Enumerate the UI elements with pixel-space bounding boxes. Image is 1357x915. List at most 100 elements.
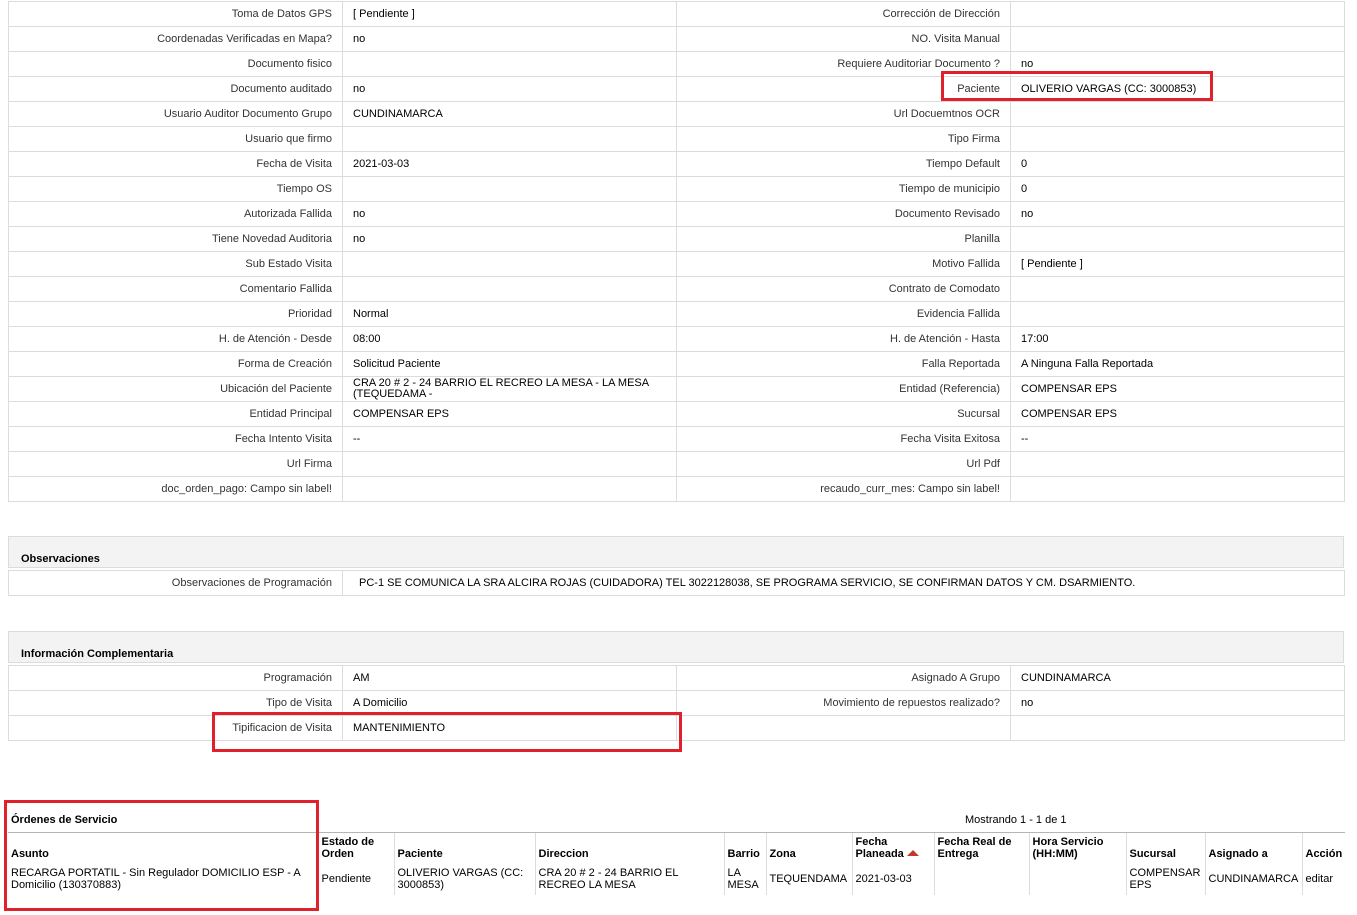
ordenes-header-row: Asunto Estado de Orden Paciente Direccio…	[8, 832, 1345, 863]
field-value-sucursal: COMPENSAR EPS	[1010, 401, 1345, 427]
col-fecha-planeada-label: Fecha Planeada	[855, 835, 904, 860]
field-value-url-firma	[342, 451, 677, 477]
field-value-usuario-auditor-documento-grupo: CUNDINAMARCA	[342, 101, 677, 127]
observaciones-value: PC-1 SE COMUNICA LA SRA ALCIRA ROJAS (CU…	[342, 570, 1345, 596]
field-label-entidad-referencia: Entidad (Referencia)	[676, 376, 1011, 402]
field-value-documento-auditado: no	[342, 76, 677, 102]
field-value-tiempo-default: 0	[1010, 151, 1345, 177]
detail-row: Tiene Novedad Auditoria no Planilla	[8, 226, 1345, 252]
field-label-documento-auditado: Documento auditado	[8, 76, 343, 102]
field-value-comentario-fallida	[342, 276, 677, 302]
field-value-requiere-auditoriar-documento: no	[1010, 51, 1345, 77]
col-zona[interactable]: Zona	[765, 832, 852, 863]
observaciones-table: Observaciones de Programación PC-1 SE CO…	[8, 570, 1345, 596]
field-value-h-de-atencion-hasta: 17:00	[1010, 326, 1345, 352]
editar-link[interactable]: editar	[1306, 873, 1334, 885]
detail-row: Fecha de Visita 2021-03-03 Tiempo Default…	[8, 151, 1345, 177]
cell-fecha-planeada: 2021-03-03	[851, 862, 934, 895]
col-direccion[interactable]: Direccion	[534, 832, 724, 863]
detail-row: Toma de Datos GPS[ Pendiente ] Corrección…	[8, 1, 1345, 27]
field-value-tipo-firma	[1010, 126, 1345, 152]
col-asignado-a[interactable]: Asignado a	[1204, 832, 1302, 863]
col-fecha-real-entrega[interactable]: Fecha Real de Entrega	[933, 832, 1029, 863]
col-paciente[interactable]: Paciente	[393, 832, 535, 863]
cell-zona: TEQUENDAMA	[765, 862, 852, 895]
field-label-url-pdf: Url Pdf	[676, 451, 1011, 477]
detail-row: Prioridad Normal Evidencia Fallida	[8, 301, 1345, 327]
field-label-coordenadas-verificadas-en-mapa: Coordenadas Verificadas en Mapa?	[8, 26, 343, 52]
field-label-requiere-auditoriar-documento: Requiere Auditoriar Documento ?	[676, 51, 1011, 77]
field-value-tiempo-os	[342, 176, 677, 202]
detail-row: Programación AM Asignado A Grupo CUNDINAMAR…	[8, 665, 1345, 691]
cell-hora	[1028, 862, 1126, 895]
field-value-blank-2	[1010, 715, 1345, 741]
field-label-documento-revisado: Documento Revisado	[676, 201, 1011, 227]
field-value-entidad-referencia: COMPENSAR EPS	[1010, 376, 1345, 402]
field-value-url-pdf	[1010, 451, 1345, 477]
field-label-tipo-firma: Tipo Firma	[676, 126, 1011, 152]
field-label-url-docuemtnos-ocr: Url Docuemtnos OCR	[676, 101, 1011, 127]
cell-asignado: CUNDINAMARCA	[1204, 862, 1302, 895]
detail-row: Documento auditado no Paciente OLIVERIO VA…	[8, 76, 1345, 102]
field-value-falla-reportada: A Ninguna Falla Reportada	[1010, 351, 1345, 377]
field-label-no-visita-manual: NO. Visita Manual	[676, 26, 1011, 52]
field-label-tiempo-de-municipio: Tiempo de municipio	[676, 176, 1011, 202]
col-barrio[interactable]: Barrio	[723, 832, 766, 863]
detail-row: Fecha Intento Visita -- Fecha Visita Exit…	[8, 426, 1345, 452]
field-label-autorizada-fallida: Autorizada Fallida	[8, 201, 343, 227]
detail-row: Tipificacion de Visita MANTENIMIENTO	[8, 715, 1345, 741]
field-value-no-visita-manual	[1010, 26, 1345, 52]
field-label-correccion-de-direccion: Corrección de Dirección	[676, 1, 1011, 27]
field-value-recaudo-curr-mes-campo-sin-label	[1010, 476, 1345, 502]
field-value-fecha-de-visita: 2021-03-03	[342, 151, 677, 177]
field-value-entidad-principal: COMPENSAR EPS	[342, 401, 677, 427]
observaciones-header: Observaciones	[8, 536, 1344, 568]
visit-details-table: Toma de Datos GPS[ Pendiente ] Corrección…	[8, 1, 1345, 502]
detail-row: Tiempo OS Tiempo de municipio 0	[8, 176, 1345, 202]
field-value-tiene-novedad-auditoria: no	[342, 226, 677, 252]
field-label-evidencia-fallida: Evidencia Fallida	[676, 301, 1011, 327]
field-label-fecha-intento-visita: Fecha Intento Visita	[8, 426, 343, 452]
field-label-sucursal: Sucursal	[676, 401, 1011, 427]
detail-row: Url Firma Url Pdf	[8, 451, 1345, 477]
col-asunto[interactable]: Asunto	[8, 832, 318, 863]
informacion-complementaria-header: Información Complementaria	[8, 631, 1344, 663]
field-label-comentario-fallida: Comentario Fallida	[8, 276, 343, 302]
field-label-movimiento-de-repuestos-realizado: Movimiento de repuestos realizado?	[676, 690, 1011, 716]
field-label-usuario-que-firmo: Usuario que firmo	[8, 126, 343, 152]
ordenes-title: Órdenes de Servicio	[11, 814, 118, 826]
col-sucursal[interactable]: Sucursal	[1125, 832, 1205, 863]
detail-row: Usuario que firmo Tipo Firma	[8, 126, 1345, 152]
field-label-tiene-novedad-auditoria: Tiene Novedad Auditoria	[8, 226, 343, 252]
field-label-url-firma: Url Firma	[8, 451, 343, 477]
field-value-ubicacion-del-paciente: CRA 20 # 2 - 24 BARRIO EL RECREO LA MESA…	[342, 376, 677, 402]
detail-row: Coordenadas Verificadas en Mapa? no NO. V…	[8, 26, 1345, 52]
col-accion: Acción	[1301, 832, 1345, 863]
detail-row: Comentario Fallida Contrato de Comodato	[8, 276, 1345, 302]
field-label-sub-estado-visita: Sub Estado Visita	[8, 251, 343, 277]
detail-row: Forma de Creación Solicitud Paciente Falla…	[8, 351, 1345, 377]
field-value-url-docuemtnos-ocr	[1010, 101, 1345, 127]
field-label-fecha-de-visita: Fecha de Visita	[8, 151, 343, 177]
cell-sucursal: COMPENSAR EPS	[1125, 862, 1205, 895]
field-value-tipificacion-de-visita: MANTENIMIENTO	[342, 715, 677, 741]
observaciones-label: Observaciones de Programación	[8, 570, 343, 596]
field-value-evidencia-fallida	[1010, 301, 1345, 327]
field-label-planilla: Planilla	[676, 226, 1011, 252]
field-label-forma-de-creacion: Forma de Creación	[8, 351, 343, 377]
col-fecha-planeada[interactable]: Fecha Planeada	[851, 832, 934, 863]
col-estado-orden[interactable]: Estado de Orden	[317, 832, 394, 863]
field-label-prioridad: Prioridad	[8, 301, 343, 327]
field-label-tipo-de-visita: Tipo de Visita	[8, 690, 343, 716]
field-label-recaudo-curr-mes-campo-sin-label: recaudo_curr_mes: Campo sin label!	[676, 476, 1011, 502]
field-value-tiempo-de-municipio: 0	[1010, 176, 1345, 202]
field-value-asignado-a-grupo: CUNDINAMARCA	[1010, 665, 1345, 691]
col-hora-servicio[interactable]: Hora Servicio (HH:MM)	[1028, 832, 1126, 863]
field-value-programacion: AM	[342, 665, 677, 691]
field-label-fecha-visita-exitosa: Fecha Visita Exitosa	[676, 426, 1011, 452]
detail-row: Ubicación del Paciente CRA 20 # 2 - 24 BA…	[8, 376, 1345, 402]
field-value-doc-orden-pago-campo-sin-label	[342, 476, 677, 502]
field-label-blank-2	[676, 715, 1011, 741]
field-label-tiempo-default: Tiempo Default	[676, 151, 1011, 177]
detail-row: Autorizada Fallida no Documento Revisado …	[8, 201, 1345, 227]
